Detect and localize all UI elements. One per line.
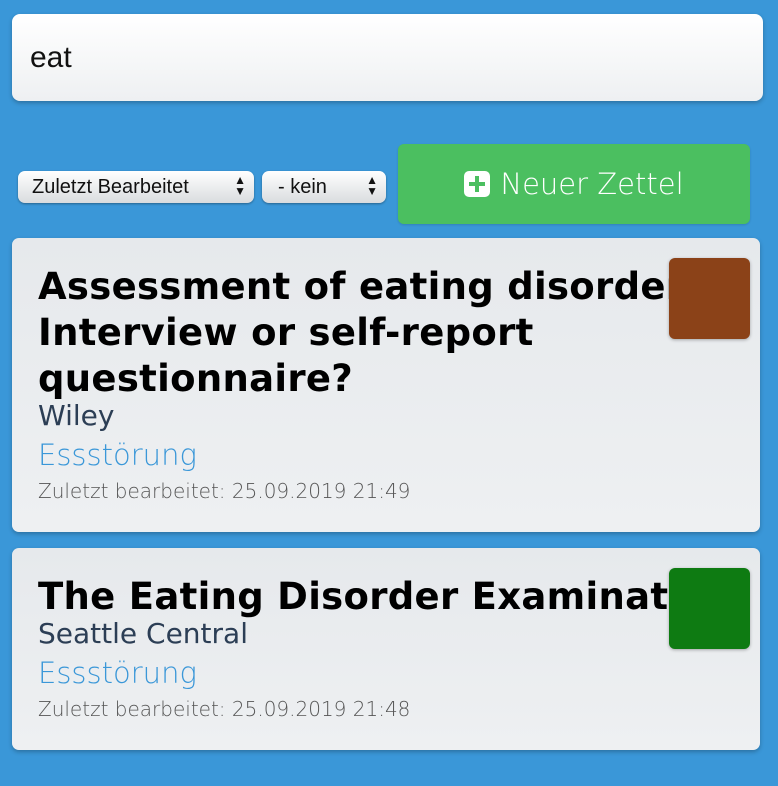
note-tag[interactable]: Essstörung bbox=[38, 436, 760, 474]
new-note-button[interactable]: Neuer Zettel bbox=[398, 144, 750, 224]
filter-select-value: - kein bbox=[278, 175, 327, 198]
sort-select[interactable]: Zuletzt Bearbeitet ▲ ▼ bbox=[18, 171, 254, 203]
note-date: Zuletzt bearbeitet: 25.09.2019 21:48 bbox=[38, 697, 411, 721]
select-arrows-icon: ▲ ▼ bbox=[366, 173, 378, 198]
note-title: Assessment of eating disorders: Intervie… bbox=[38, 265, 722, 400]
select-arrows-icon: ▲ ▼ bbox=[234, 173, 246, 198]
new-note-button-label: Neuer Zettel bbox=[500, 167, 684, 201]
note-tag[interactable]: Essstörung bbox=[38, 654, 760, 692]
note-card[interactable]: The Eating Disorder Examination Seattle … bbox=[12, 548, 760, 750]
plus-square-icon bbox=[464, 171, 491, 197]
sort-select-value: Zuletzt Bearbeitet bbox=[32, 175, 189, 198]
search-input[interactable]: eat bbox=[12, 14, 763, 101]
filter-select[interactable]: - kein ▲ ▼ bbox=[262, 171, 386, 203]
note-date: Zuletzt bearbeitet: 25.09.2019 21:49 bbox=[38, 479, 411, 503]
color-swatch bbox=[669, 568, 750, 649]
note-card[interactable]: Assessment of eating disorders: Intervie… bbox=[12, 238, 760, 532]
color-swatch bbox=[669, 258, 750, 339]
note-publisher: Seattle Central bbox=[38, 617, 248, 650]
search-input-value: eat bbox=[30, 40, 72, 74]
note-publisher: Wiley bbox=[38, 399, 115, 432]
